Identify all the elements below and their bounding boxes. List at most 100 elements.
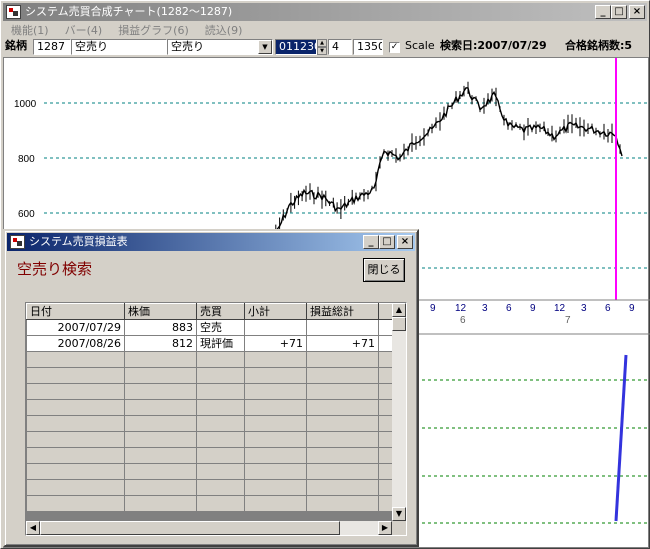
- empty-cell: [306, 367, 379, 384]
- empty-cell: [196, 399, 245, 416]
- empty-cell: [196, 479, 245, 496]
- empty-cell: [26, 431, 125, 448]
- horizontal-scroll-thumb[interactable]: [40, 521, 340, 535]
- cell-subtotal: +71: [244, 335, 307, 352]
- empty-cell: [306, 383, 379, 400]
- check-icon: ✓: [389, 42, 400, 53]
- empty-cell: [196, 351, 245, 368]
- main-titlebar[interactable]: システム売買合成チャート(1282～1287) _ □ ×: [3, 3, 647, 21]
- empty-cell: [244, 351, 307, 368]
- cell-total: [306, 319, 379, 336]
- empty-row: [26, 415, 393, 432]
- dialog-maximize-button[interactable]: □: [379, 235, 395, 249]
- pl-table-dialog: システム売買損益表 _ □ × 空売り検索 閉じる 日付 株価 売買 小計 損益…: [3, 229, 419, 547]
- close-button[interactable]: 閉じる: [363, 258, 405, 282]
- empty-cell: [244, 463, 307, 480]
- y-tick-600: 600: [18, 209, 35, 220]
- x-tick-9c: 9: [629, 303, 635, 314]
- strategy-select[interactable]: 空売り ▼: [167, 39, 273, 55]
- pl-grid[interactable]: 日付 株価 売買 小計 損益総計 2007/07/29 883 空売 2007/08/…: [25, 302, 407, 536]
- cell-filler: [378, 319, 393, 336]
- empty-cell: [244, 495, 307, 512]
- menu-function[interactable]: 機能(1): [3, 22, 57, 39]
- scroll-left-icon[interactable]: ◀: [26, 521, 40, 535]
- empty-cell: [196, 367, 245, 384]
- candle-ticks: [271, 81, 621, 253]
- dialog-titlebar[interactable]: システム売買損益表 _ □ ×: [7, 233, 415, 251]
- spin-arrows-icon[interactable]: ▲ ▼: [317, 39, 327, 55]
- cell-date: 2007/07/29: [26, 319, 125, 336]
- dialog-caption-buttons: _ □ ×: [363, 235, 413, 249]
- col-header-subtotal[interactable]: 小計: [244, 303, 307, 320]
- menu-load[interactable]: 読込(9): [197, 22, 251, 39]
- empty-cell: [378, 495, 393, 512]
- dialog-minimize-button[interactable]: _: [363, 235, 379, 249]
- minimize-button[interactable]: _: [595, 5, 611, 19]
- empty-cell: [124, 447, 197, 464]
- dialog-close-x-button[interactable]: ×: [397, 235, 413, 249]
- toolbar: 銘柄 1287 空売り 空売り ▼ 011230 ▲ ▼ 4 1350 ✓ Sc…: [3, 39, 647, 56]
- empty-cell: [244, 399, 307, 416]
- search-date: 検索日:2007/07/29: [440, 39, 547, 52]
- table-row[interactable]: 2007/07/29 883 空売: [26, 319, 393, 336]
- maximize-button[interactable]: □: [611, 5, 627, 19]
- vertical-scrollbar[interactable]: ▲ ▼: [392, 303, 406, 521]
- chevron-down-icon[interactable]: ▼: [258, 40, 272, 54]
- menu-bar[interactable]: バー(4): [57, 22, 111, 39]
- col-header-date[interactable]: 日付: [26, 303, 125, 320]
- empty-row: [26, 367, 393, 384]
- empty-cell: [306, 415, 379, 432]
- scroll-up-icon[interactable]: ▲: [392, 303, 406, 317]
- scroll-down-icon[interactable]: ▼: [392, 507, 406, 521]
- x-tick-12a: 12: [455, 303, 467, 314]
- empty-cell: [26, 463, 125, 480]
- empty-cell: [196, 463, 245, 480]
- table-header-row: 日付 株価 売買 小計 損益総計: [26, 303, 393, 320]
- empty-row: [26, 447, 393, 464]
- col-header-price[interactable]: 株価: [124, 303, 197, 320]
- main-window-title: システム売買合成チャート(1282～1287): [25, 5, 233, 18]
- empty-cell: [26, 479, 125, 496]
- empty-row: [26, 495, 393, 512]
- y-tick-800: 800: [18, 154, 35, 165]
- x-tick-3a: 3: [482, 303, 488, 314]
- vertical-scroll-thumb[interactable]: [392, 317, 406, 331]
- x-sublabel-7: 7: [565, 315, 571, 326]
- strategy-select-value: 空売り: [171, 40, 204, 53]
- empty-row: [26, 431, 393, 448]
- code-field[interactable]: 1287: [33, 39, 71, 55]
- horizontal-scrollbar[interactable]: ◀ ▶: [26, 521, 392, 535]
- empty-cell: [196, 431, 245, 448]
- empty-cell: [26, 399, 125, 416]
- scroll-right-icon[interactable]: ▶: [378, 521, 392, 535]
- empty-cell: [378, 447, 393, 464]
- empty-cell: [306, 463, 379, 480]
- empty-cell: [378, 383, 393, 400]
- close-window-button[interactable]: ×: [629, 5, 645, 19]
- empty-cell: [124, 351, 197, 368]
- dialog-title: システム売買損益表: [29, 235, 128, 248]
- period-field[interactable]: 1350: [353, 39, 383, 55]
- pass-count: 合格銘柄数:5: [565, 39, 633, 52]
- col-header-trade[interactable]: 売買: [196, 303, 245, 320]
- empty-row: [26, 399, 393, 416]
- x-tick-12b: 12: [554, 303, 566, 314]
- menu-pl-graph[interactable]: 損益グラフ(6): [110, 22, 197, 39]
- col-header-total[interactable]: 損益総計: [306, 303, 379, 320]
- empty-cell: [196, 447, 245, 464]
- table-row[interactable]: 2007/08/26 812 現評価 +71 +71: [26, 335, 393, 352]
- spin2-field[interactable]: 4: [328, 39, 352, 55]
- spin-field[interactable]: 011230: [275, 39, 317, 55]
- empty-cell: [306, 479, 379, 496]
- empty-cell: [26, 447, 125, 464]
- empty-cell: [26, 351, 125, 368]
- name-field[interactable]: 空売り: [71, 39, 167, 55]
- empty-cell: [124, 463, 197, 480]
- menubar: 機能(1) バー(4) 損益グラフ(6) 読込(9): [3, 22, 647, 39]
- empty-cell: [124, 415, 197, 432]
- scale-checkbox[interactable]: ✓: [389, 39, 401, 55]
- dialog-app-icon: [10, 235, 25, 249]
- cell-filler: [378, 335, 393, 352]
- cell-price: 883: [124, 319, 197, 336]
- empty-cell: [26, 415, 125, 432]
